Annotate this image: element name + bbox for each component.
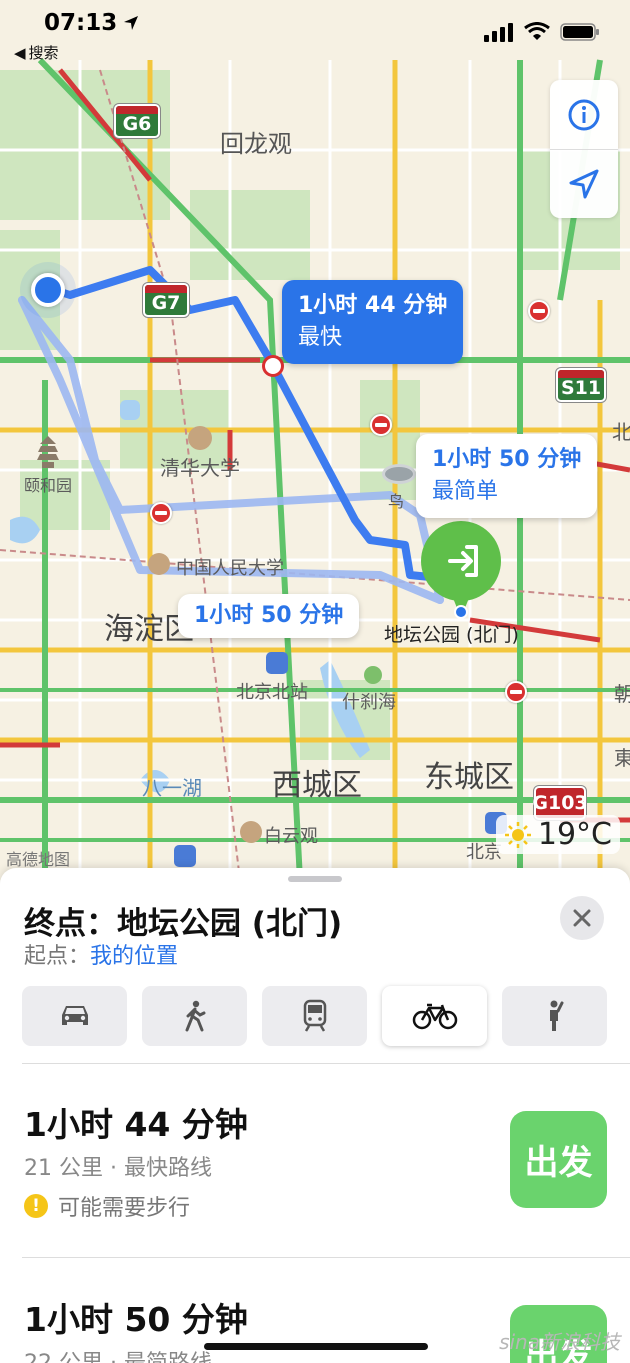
transport-mode-selector xyxy=(22,986,607,1046)
map-label-bird-nest: 鸟 xyxy=(388,492,405,511)
divider xyxy=(22,1257,630,1258)
map-label-edge-dong: 東 xyxy=(614,746,630,770)
divider xyxy=(22,1063,630,1064)
map-label-bayi-lake: 八一湖 xyxy=(142,776,202,800)
sun-icon xyxy=(504,821,531,848)
no-entry-icon xyxy=(150,502,172,524)
highway-shield-g6: G6 xyxy=(114,104,160,138)
map-label-beijing-north: 北京北站 xyxy=(236,682,308,703)
no-entry-icon xyxy=(505,681,527,703)
bicycle-icon xyxy=(412,1003,457,1030)
location-arrow-icon xyxy=(569,169,599,199)
map-attribution: 高德地图 xyxy=(6,850,71,869)
back-chevron-icon: ◀ xyxy=(14,43,26,62)
map-label-baiyunguan: 白云观 xyxy=(264,826,318,847)
battery-icon xyxy=(560,23,599,41)
weather-widget: 19°C xyxy=(495,815,620,854)
route-callout-simplest[interactable]: 1小时 50 分钟 最简单 xyxy=(416,434,598,518)
callout-duration: 1小时 50 分钟 xyxy=(432,447,582,472)
mode-cycling[interactable] xyxy=(382,986,487,1046)
close-icon xyxy=(573,909,591,927)
origin-line: 起点：我的位置 xyxy=(24,944,179,969)
go-button[interactable]: 出发 xyxy=(510,1111,607,1208)
stadium-icon xyxy=(382,464,416,484)
pagoda-icon xyxy=(34,434,62,468)
temperature: 19°C xyxy=(537,817,612,852)
map-controls xyxy=(550,80,618,218)
directions-sheet: 终点：地坛公园 (北门) 起点：我的位置 1小时 44 分钟 21 公里 · 最… xyxy=(0,868,630,1363)
highway-shield-g7: G7 xyxy=(143,283,189,317)
back-to-search[interactable]: ◀ 搜索 xyxy=(14,42,59,63)
map-label-edge-chao: 朝 xyxy=(614,682,630,706)
route-callout-alt[interactable]: 1小时 50 分钟 xyxy=(178,594,360,638)
train-station-icon xyxy=(174,845,196,867)
status-indicators xyxy=(484,22,600,42)
callout-duration: 1小时 50 分钟 xyxy=(194,603,344,628)
walking-icon xyxy=(185,1000,205,1032)
bike-hazard-icon xyxy=(262,355,284,377)
map-label-edge-bei: 北 xyxy=(612,420,630,444)
hailing-person-icon xyxy=(549,1000,563,1031)
map-label-renmin: 中国人民大学 xyxy=(176,558,284,579)
map-label-tsinghua: 清华大学 xyxy=(160,456,240,480)
current-location-dot[interactable] xyxy=(31,273,65,307)
sheet-grabber[interactable] xyxy=(288,876,342,882)
signal-icon xyxy=(484,23,513,42)
university-icon xyxy=(188,426,212,450)
mode-walking[interactable] xyxy=(142,986,247,1046)
map-label-dongcheng: 东城区 xyxy=(424,760,514,795)
watermark: sina新浪科技 xyxy=(499,1330,620,1354)
callout-tag: 最简单 xyxy=(432,479,499,504)
location-services-icon xyxy=(124,16,139,30)
map-view[interactable]: 回龙观 清华大学 中国人民大学 海淀区 北京北站 什刹海 西城区 东城区 颐和园… xyxy=(0,0,630,880)
origin-value[interactable]: 我的位置 xyxy=(90,944,178,969)
locate-button[interactable] xyxy=(550,149,618,218)
car-icon xyxy=(61,1006,88,1025)
no-entry-icon xyxy=(370,414,392,436)
close-button[interactable] xyxy=(560,896,604,940)
mode-ride-hailing[interactable] xyxy=(502,986,607,1046)
info-button[interactable] xyxy=(550,80,618,149)
train-icon xyxy=(303,999,326,1032)
highway-shield-s11: S11 xyxy=(556,368,606,402)
callout-tag: 最快 xyxy=(298,325,343,350)
map-label-xicheng: 西城区 xyxy=(272,768,362,803)
route-callout-fastest[interactable]: 1小时 44 分钟 最快 xyxy=(282,280,464,364)
mode-driving[interactable] xyxy=(22,986,127,1046)
map-label-ditan: 地坛公园 (北门) xyxy=(384,624,519,646)
map-label-shichahai: 什刹海 xyxy=(342,692,396,713)
info-icon xyxy=(568,99,600,130)
mode-transit[interactable] xyxy=(262,986,367,1046)
destination-pin[interactable] xyxy=(420,520,502,620)
callout-duration: 1小时 44 分钟 xyxy=(298,293,448,318)
no-entry-icon xyxy=(528,300,550,322)
park-icon xyxy=(364,666,382,684)
destination-title: 终点：地坛公园 (北门) xyxy=(24,906,343,942)
train-station-icon xyxy=(266,652,288,674)
map-label-huilongguan: 回龙观 xyxy=(220,130,292,158)
map-label-yiheyuan: 颐和园 xyxy=(24,476,73,495)
wifi-icon xyxy=(524,22,550,40)
temple-icon xyxy=(240,821,262,843)
home-indicator[interactable] xyxy=(204,1343,428,1350)
university-icon xyxy=(148,553,170,575)
warning-icon: ! xyxy=(24,1194,48,1218)
status-bar: 07:13 ◀ 搜索 xyxy=(0,0,630,66)
clock: 07:13 xyxy=(44,10,139,36)
